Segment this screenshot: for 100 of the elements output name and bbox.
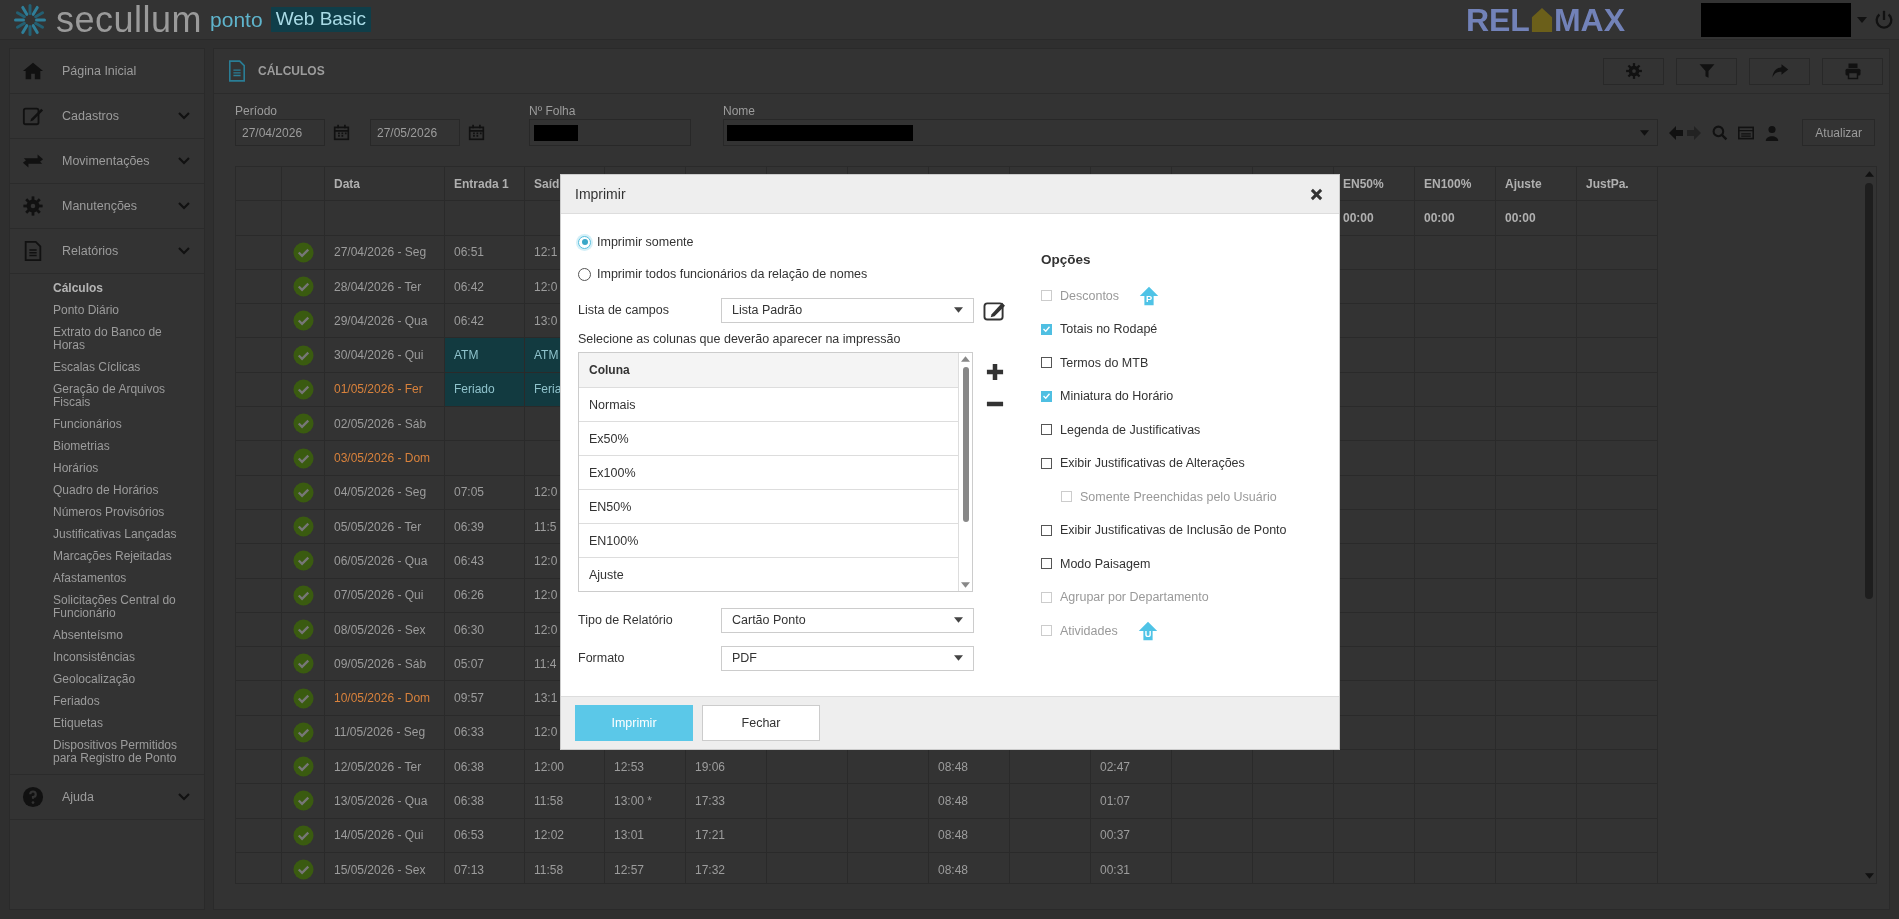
scrollbar[interactable] [958, 353, 972, 591]
checkbox[interactable] [1041, 558, 1052, 570]
sidebar-item[interactable]: Cadastros [10, 94, 204, 139]
submenu-item[interactable]: Cálculos [10, 278, 204, 300]
submenu-item[interactable]: Funcionários [10, 414, 204, 436]
close-icon[interactable] [1310, 187, 1323, 201]
date-field[interactable]: 27/04/2026 [235, 119, 325, 146]
sidebar-item[interactable]: Relatórios [10, 229, 204, 274]
arrows-icon[interactable] [1668, 123, 1703, 142]
submenu-item[interactable]: Marcações Rejeitadas [10, 546, 204, 568]
list-item[interactable]: Ajuste [579, 558, 958, 591]
input-field[interactable] [529, 119, 691, 146]
table-cell: 14/05/2026 - Qui [325, 818, 445, 853]
list-item[interactable]: EN50% [579, 490, 958, 524]
submenu-item[interactable]: Etiquetas [10, 713, 204, 735]
checkbox-label: Agrupar por Departamento [1060, 590, 1209, 605]
calendar-icon[interactable] [333, 124, 350, 141]
submenu-item[interactable]: Números Provisórios [10, 502, 204, 524]
submenu-item[interactable]: Biometrias [10, 436, 204, 458]
sidebar-item[interactable]: Página Inicial [10, 49, 204, 94]
radio-button[interactable] [578, 267, 591, 281]
submenu-item[interactable]: Absenteísmo [10, 625, 204, 647]
plus-icon[interactable] [986, 363, 1004, 381]
checkbox-label: Exibir Justificativas de Inclusão de Ponto [1060, 523, 1287, 538]
submenu-item[interactable]: Geração de Arquivos Fiscais [10, 379, 204, 414]
settings-button[interactable] [1603, 57, 1664, 85]
caret-icon [954, 655, 963, 661]
column-header[interactable]: EN100% [1415, 167, 1496, 202]
submenu-item[interactable]: Quadro de Horários [10, 480, 204, 502]
table-cell: 13/05/2026 - Qua [325, 784, 445, 819]
star-logo-icon [12, 1, 48, 38]
checkbox[interactable] [1041, 357, 1052, 369]
table-cell: 17:32 [686, 852, 767, 883]
filter-button[interactable] [1676, 57, 1737, 85]
list-item[interactable]: Ex50% [579, 422, 958, 456]
table-cell: 02/05/2026 - Sáb [325, 407, 445, 442]
section-title: Opções [1041, 252, 1092, 267]
submenu-item[interactable]: Justificativas Lançadas [10, 524, 204, 546]
dialog-button[interactable]: Fechar [702, 705, 820, 741]
submenu-item[interactable]: Inconsistências [10, 647, 204, 669]
column-header[interactable]: Data [325, 167, 445, 202]
house-icon [1530, 6, 1553, 33]
checkbox[interactable] [1041, 390, 1052, 402]
caret-icon [1640, 129, 1650, 136]
scrollbar[interactable] [1864, 171, 1874, 879]
field-list-dropdown[interactable]: Lista Padrão [721, 297, 974, 323]
date-field[interactable]: 27/05/2026 [370, 119, 460, 146]
power-icon[interactable] [1873, 8, 1895, 31]
submenu-item[interactable]: Horários [10, 458, 204, 480]
checkbox-label: Termos do MTB [1060, 355, 1149, 370]
calendar-icon[interactable] [468, 124, 485, 141]
sidebar-item[interactable]: Movimentações [10, 139, 204, 184]
table-cell: 06:38 [445, 750, 525, 785]
format-dropdown[interactable]: PDF [721, 645, 974, 671]
table-cell: 06:53 [445, 818, 525, 853]
column-header[interactable]: Ajuste [1496, 167, 1577, 202]
scroll-up-icon[interactable] [961, 356, 970, 362]
check-circle-icon [292, 344, 314, 366]
submenu-item[interactable]: Ponto Diário [10, 300, 204, 322]
checkbox-label: Modo Paisagem [1060, 556, 1151, 571]
scroll-down-icon[interactable] [1864, 873, 1874, 879]
submenu-item[interactable]: Extrato do Banco de Horas [10, 322, 204, 357]
document-icon [228, 60, 246, 82]
scroll-down-icon[interactable] [961, 582, 970, 588]
field-label: Período [235, 104, 279, 118]
submenu-item[interactable]: Solicitações Central do Funcionário [10, 590, 204, 625]
check-circle-icon [292, 378, 314, 400]
print-button[interactable] [1822, 57, 1883, 85]
edit-icon[interactable] [983, 299, 1006, 321]
radio-button[interactable] [578, 235, 591, 249]
checkbox[interactable] [1041, 457, 1052, 469]
caret-icon[interactable] [1857, 16, 1867, 23]
list-item[interactable]: Normais [579, 388, 958, 422]
user-icon[interactable] [1764, 124, 1781, 141]
submenu-item[interactable]: Dispositivos Permitidos para Registro de Ponto [10, 735, 204, 770]
submenu-item[interactable]: Afastamentos [10, 568, 204, 590]
checkbox[interactable] [1041, 323, 1052, 335]
brand-text: REL [1465, 3, 1530, 36]
refresh-button[interactable]: Atualizar [1802, 119, 1875, 146]
submenu-item[interactable]: Escalas Cíclicas [10, 357, 204, 379]
checkbox[interactable] [1041, 424, 1052, 436]
list-item[interactable]: Ex100% [579, 456, 958, 490]
check-circle-icon [292, 310, 314, 332]
column-header: Coluna [579, 353, 958, 388]
total-cell: 00:00 [1415, 201, 1496, 236]
scroll-up-icon[interactable] [1864, 171, 1874, 177]
table-cell: 00:37 [1091, 818, 1172, 853]
sidebar-item[interactable]: Ajuda [10, 775, 204, 820]
sidebar-item[interactable]: Manutenções [10, 184, 204, 229]
submenu-item[interactable]: Geolocalização [10, 669, 204, 691]
column-header[interactable]: Entrada 1 [445, 167, 525, 202]
submenu-item[interactable]: Feriados [10, 691, 204, 713]
share-button[interactable] [1749, 57, 1810, 85]
search-icon[interactable] [1712, 124, 1729, 141]
column-header[interactable]: JustPa. [1577, 167, 1658, 202]
name-dropdown[interactable] [723, 119, 1659, 146]
card-icon[interactable] [1738, 124, 1755, 141]
list-item[interactable]: EN100% [579, 524, 958, 558]
report-type-dropdown[interactable]: Cartão Ponto [721, 607, 974, 633]
checkbox[interactable] [1041, 524, 1052, 536]
